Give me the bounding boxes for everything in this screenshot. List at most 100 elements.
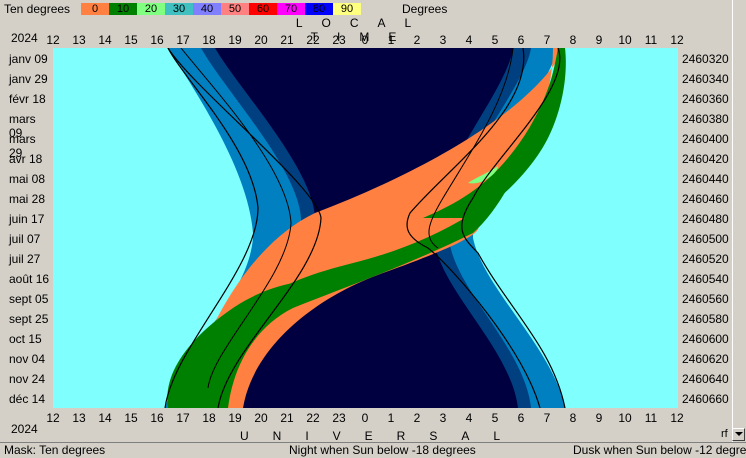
hour-tick-label: 17 [176, 411, 190, 425]
hour-tick-label: 9 [595, 33, 603, 47]
julian-day-tick-label: 2460540 [682, 272, 729, 286]
hour-tick-label: 6 [517, 33, 525, 47]
date-tick-label: janv 09 [9, 52, 48, 66]
legend-label: 10 [116, 3, 130, 15]
julian-day-tick-label: 2460460 [682, 192, 729, 206]
date-tick-label: avr 18 [9, 152, 43, 166]
year-top: 2024 [11, 31, 38, 45]
hour-tick-label: 6 [517, 411, 525, 425]
date-tick-label: sept 25 [9, 312, 49, 326]
hour-tick-label: 15 [124, 33, 138, 47]
julian-day-tick-label: 2460360 [682, 92, 729, 106]
julian-day-tick-label: 2460580 [682, 312, 729, 326]
hour-tick-label: 5 [491, 411, 499, 425]
date-tick-label: juil 07 [9, 232, 41, 246]
hour-tick-label: 8 [569, 33, 577, 47]
hour-tick-label: 7 [543, 411, 551, 425]
hour-tick-label: 8 [569, 411, 577, 425]
hour-tick-label: 22 [306, 411, 320, 425]
year-bottom: 2024 [11, 422, 38, 436]
hour-tick-label: 23 [332, 33, 346, 47]
julian-day-tick-label: 2460600 [682, 332, 729, 346]
legend-label: 30 [172, 3, 186, 15]
hour-tick-label: 4 [465, 411, 473, 425]
julian-day-tick-label: 2460520 [682, 252, 729, 266]
date-tick-label: sept 05 [9, 292, 49, 306]
date-tick-label: nov 24 [9, 372, 46, 386]
arrow-down-icon [735, 432, 743, 436]
hour-tick-label: 1 [387, 411, 395, 425]
hour-tick-label: 12 [670, 411, 684, 425]
legend-label: 50 [228, 3, 242, 15]
date-tick-label: juin 17 [9, 212, 45, 226]
hour-tick-label: 15 [124, 411, 138, 425]
hour-tick-label: 20 [254, 33, 268, 47]
julian-day-tick-label: 2460380 [682, 112, 729, 126]
status-mask: Mask: Ten degrees [4, 443, 106, 457]
hour-tick-label: 3 [439, 33, 447, 47]
hour-tick-label: 14 [98, 411, 112, 425]
hour-tick-label: 12 [670, 33, 684, 47]
julian-day-tick-label: 2460440 [682, 172, 729, 186]
date-tick-label: déc 14 [9, 392, 46, 406]
julian-day-tick-label: 2460500 [682, 232, 729, 246]
date-tick-label: août 16 [9, 272, 50, 286]
hour-tick-label: 14 [98, 33, 112, 47]
hour-tick-label: 13 [72, 33, 86, 47]
status-dusk: Dusk when Sun below -12 degrees [573, 443, 746, 457]
date-tick-label: mai 28 [9, 192, 46, 206]
hour-tick-label: 11 [644, 411, 658, 425]
hour-tick-label: 16 [150, 411, 164, 425]
julian-day-tick-label: 2460620 [682, 352, 729, 366]
hour-tick-label: 20 [254, 411, 268, 425]
hour-tick-label: 12 [46, 33, 60, 47]
legend-label: 0 [91, 3, 99, 15]
hour-tick-label: 21 [280, 411, 294, 425]
date-tick-label: janv 29 [9, 72, 48, 86]
legend-label: 60 [256, 3, 270, 15]
legend-label: 70 [284, 3, 298, 15]
hour-tick-label: 4 [465, 33, 473, 47]
hour-tick-label: 18 [202, 411, 216, 425]
hour-tick-label: 10 [618, 33, 632, 47]
hour-tick-label: 2 [413, 411, 421, 425]
hour-tick-label: 17 [176, 33, 190, 47]
hour-tick-label: 18 [202, 33, 216, 47]
hour-tick-label: 19 [228, 411, 242, 425]
status-night: Night when Sun below -18 degrees [289, 443, 476, 457]
legend-label: 80 [312, 3, 326, 15]
hour-tick-label: 9 [595, 411, 603, 425]
hour-tick-label: 22 [306, 33, 320, 47]
hour-tick-label: 0 [361, 33, 369, 47]
hour-tick-label: 11 [644, 33, 658, 47]
hour-tick-label: 23 [332, 411, 346, 425]
legend-label: 20 [144, 3, 158, 15]
status-bar: Mask: Ten degrees Night when Sun below -… [0, 442, 746, 458]
julian-day-tick-label: 2460320 [682, 52, 729, 66]
hour-tick-label: 12 [46, 411, 60, 425]
date-tick-label: juil 27 [9, 252, 41, 266]
hour-tick-label: 5 [491, 33, 499, 47]
date-tick-label: mai 08 [9, 172, 46, 186]
hour-tick-label: 0 [361, 411, 369, 425]
julian-day-tick-label: 2460660 [682, 392, 729, 406]
date-tick-label: oct 15 [9, 332, 42, 346]
sky-chart [53, 48, 678, 408]
hour-tick-label: 13 [72, 411, 86, 425]
date-tick-label: févr 18 [9, 92, 46, 106]
hour-tick-label: 2 [413, 33, 421, 47]
hour-tick-label: 16 [150, 33, 164, 47]
julian-day-tick-label: 2460420 [682, 152, 729, 166]
julian-day-tick-label: 2460640 [682, 372, 729, 386]
julian-day-tick-label: 2460340 [682, 72, 729, 86]
julian-day-tick-label: 2460560 [682, 292, 729, 306]
corner-label: rf [721, 428, 728, 440]
julian-day-tick-label: 2460480 [682, 212, 729, 226]
legend-label: 90 [340, 3, 354, 15]
vertical-scrollbar[interactable] [732, 0, 746, 442]
hour-tick-label: 3 [439, 411, 447, 425]
hour-tick-label: 7 [543, 33, 551, 47]
scroll-down-button[interactable] [732, 428, 745, 441]
hour-tick-label: 19 [228, 33, 242, 47]
legend-label: 40 [200, 3, 214, 15]
